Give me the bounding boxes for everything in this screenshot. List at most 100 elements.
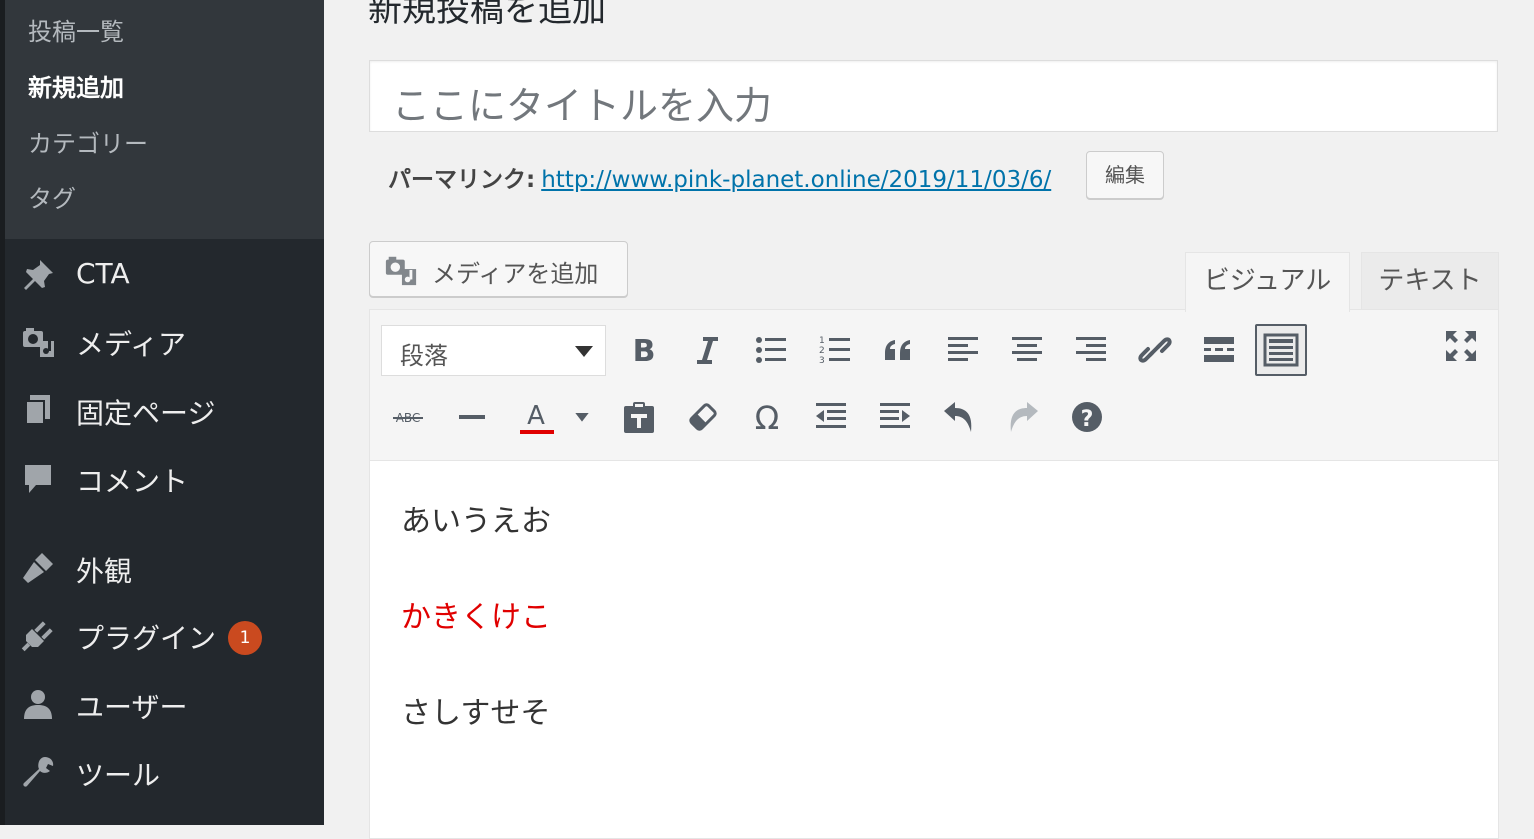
menu-label-tools: ツール — [76, 759, 161, 792]
add-media-label: メディアを追加 — [432, 260, 599, 288]
submenu-item-categories[interactable]: カテゴリー — [28, 124, 148, 159]
menu-label-users: ユーザー — [76, 691, 188, 724]
menu-label-pages: 固定ページ — [76, 397, 216, 430]
link-icon — [1138, 337, 1172, 363]
window-edge — [1520, 0, 1534, 825]
omega-icon: Ω — [755, 399, 779, 435]
permalink-link[interactable]: http://www.pink-planet.online/2019/11/03… — [541, 167, 1051, 193]
strikethrough-button[interactable]: ABC — [382, 391, 434, 443]
wrench-icon — [20, 754, 56, 790]
tab-visual[interactable]: ビジュアル — [1185, 252, 1350, 312]
submenu-item-add-new[interactable]: 新規追加 — [28, 68, 124, 103]
outdent-button[interactable] — [805, 391, 857, 443]
paragraph[interactable]: かきくけこ — [401, 592, 551, 636]
plugin-update-badge: 1 — [228, 621, 262, 655]
read-more-icon — [1204, 337, 1234, 362]
appearance-icon — [20, 550, 56, 586]
keyboard-icon — [1263, 333, 1299, 367]
add-media-button[interactable]: メディアを追加 — [369, 241, 628, 297]
menu-item-cta[interactable]: CTA — [0, 247, 324, 303]
align-right-icon — [1076, 337, 1106, 361]
menu-label-cta: CTA — [76, 257, 130, 290]
format-select-value: 段落 — [400, 342, 448, 370]
page-title: 新規投稿を追加 — [368, 0, 606, 30]
paste-as-text-button[interactable] — [613, 391, 665, 443]
text-color-dropdown[interactable] — [564, 391, 600, 443]
align-left-button[interactable] — [937, 324, 989, 376]
menu-item-appearance[interactable]: 外観 — [0, 540, 324, 596]
submenu-item-all-posts[interactable]: 投稿一覧 — [28, 12, 124, 47]
permalink-edit-button[interactable]: 編集 — [1086, 151, 1164, 199]
help-icon: ? — [1072, 402, 1102, 432]
submenu-item-tags[interactable]: タグ — [28, 179, 76, 214]
menu-item-comments[interactable]: コメント — [0, 450, 324, 506]
add-media-icon — [384, 253, 418, 287]
numbered-list-icon: 123 — [819, 336, 850, 366]
read-more-button[interactable] — [1193, 324, 1245, 376]
post-title-input[interactable]: ここにタイトルを入力 — [369, 60, 1498, 132]
svg-text:2: 2 — [819, 346, 825, 356]
format-select[interactable]: 段落 — [381, 325, 606, 376]
menu-item-users[interactable]: ユーザー — [0, 676, 324, 732]
horizontal-line-button[interactable] — [446, 391, 498, 443]
bullet-list-button[interactable] — [745, 324, 797, 376]
svg-text:A: A — [527, 401, 545, 431]
plugin-icon — [20, 617, 56, 653]
horizontal-line-icon — [459, 415, 485, 419]
numbered-list-button[interactable]: 123 — [809, 324, 861, 376]
comment-icon — [20, 460, 56, 496]
bold-icon: B — [633, 334, 656, 368]
menu-item-plugins[interactable]: プラグイン 1 — [0, 607, 324, 663]
eraser-icon — [689, 403, 717, 431]
menu-label-appearance: 外観 — [76, 555, 133, 588]
italic-icon — [697, 337, 718, 364]
align-center-icon — [1012, 337, 1042, 361]
posts-submenu: 投稿一覧 新規追加 カテゴリー タグ — [5, 0, 324, 239]
menu-label-comments: コメント — [76, 465, 189, 498]
indent-button[interactable] — [869, 391, 921, 443]
text-color-icon: A — [520, 401, 554, 434]
fullscreen-button[interactable] — [1435, 320, 1487, 372]
svg-text:1: 1 — [819, 336, 825, 346]
permalink-row: パーマリンク: http://www.pink-planet.online/201… — [388, 160, 1051, 194]
keyboard-shortcuts-button[interactable]: ? — [1061, 391, 1113, 443]
redo-button[interactable] — [997, 391, 1049, 443]
clear-formatting-button[interactable] — [677, 391, 729, 443]
chevron-down-icon — [575, 346, 593, 357]
undo-button[interactable] — [933, 391, 985, 443]
chevron-down-icon — [575, 413, 589, 422]
fullscreen-icon — [1446, 331, 1476, 361]
insert-link-button[interactable] — [1129, 324, 1181, 376]
menu-item-media[interactable]: メディア — [0, 313, 324, 369]
editor: 段落 B 123 ABC A Ω ? あいうえお かきくけこ さしすせそ — [369, 309, 1499, 839]
pin-icon — [20, 257, 56, 293]
menu-item-pages[interactable]: 固定ページ — [0, 382, 324, 438]
outdent-icon — [816, 403, 846, 428]
blockquote-button[interactable] — [873, 324, 925, 376]
permalink-label: パーマリンク: — [388, 167, 536, 193]
svg-text:B: B — [633, 334, 656, 368]
toolbar-toggle-button[interactable] — [1255, 324, 1307, 376]
bold-button[interactable]: B — [618, 324, 670, 376]
align-left-icon — [948, 337, 978, 361]
tab-text[interactable]: テキスト — [1361, 252, 1499, 310]
menu-item-tools[interactable]: ツール — [0, 744, 324, 800]
paragraph[interactable]: さしすせそ — [401, 688, 550, 732]
bullet-list-icon — [756, 337, 786, 363]
undo-icon — [944, 402, 972, 432]
svg-text:?: ? — [1081, 407, 1094, 432]
redo-icon — [1010, 402, 1038, 432]
strikethrough-icon: ABC — [393, 411, 423, 425]
italic-button[interactable] — [681, 324, 733, 376]
special-character-button[interactable]: Ω — [741, 391, 793, 443]
post-title-placeholder: ここにタイトルを入力 — [392, 84, 773, 128]
media-icon — [20, 323, 56, 359]
text-color-button[interactable]: A — [510, 391, 562, 443]
align-center-button[interactable] — [1001, 324, 1053, 376]
clipboard-icon — [624, 402, 654, 433]
align-right-button[interactable] — [1065, 324, 1117, 376]
quote-icon — [885, 340, 910, 360]
svg-text:Ω: Ω — [755, 399, 779, 435]
menu-label-plugins: プラグイン — [76, 622, 217, 655]
paragraph[interactable]: あいうえお — [401, 496, 551, 540]
